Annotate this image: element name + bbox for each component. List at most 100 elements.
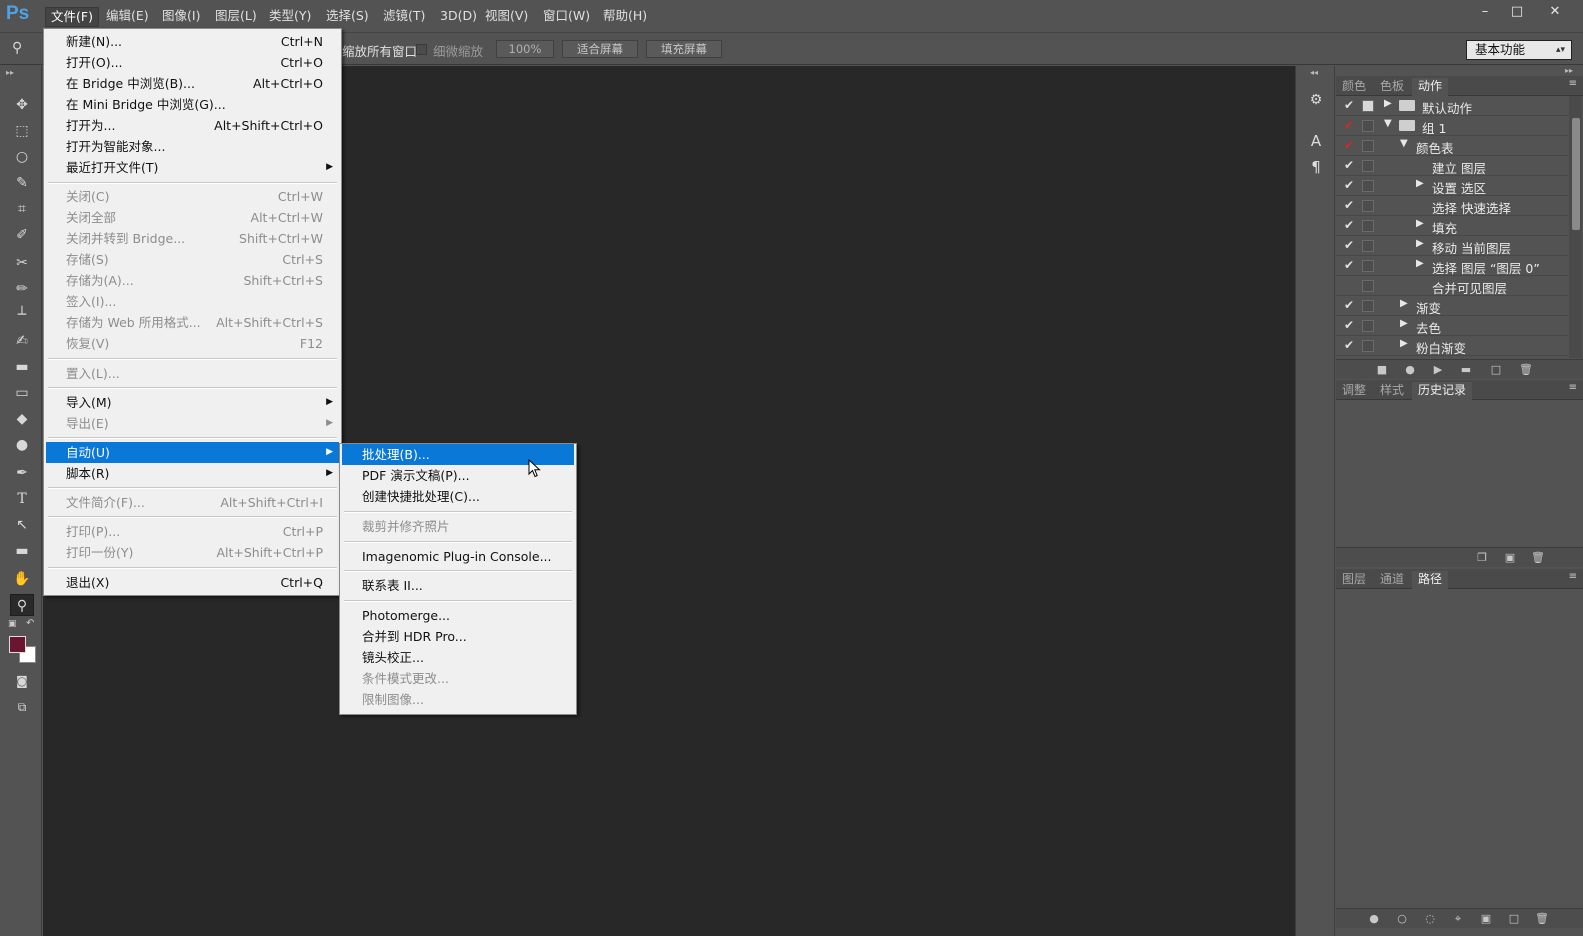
quick-select-tool-icon[interactable]: ✎ — [10, 172, 34, 194]
menu-item-browse-bridge[interactable]: 在 Bridge 中浏览(B)... Alt+Ctrl+O — [46, 73, 339, 94]
pen-tool-icon[interactable]: ✒ — [10, 462, 34, 484]
menu-item-open-as-smart-object[interactable]: 打开为智能对象... — [46, 136, 339, 157]
action-row[interactable]: ✔ ▶ 移动 当前图层 — [1336, 236, 1568, 256]
menu-item-place[interactable]: 置入(L)... — [46, 363, 339, 384]
menu-item-automate[interactable]: 自动(U) ▶ — [46, 442, 339, 463]
menu-item-save[interactable]: 存储(S) Ctrl+S — [46, 249, 339, 270]
dialog-toggle-box[interactable] — [1362, 160, 1374, 172]
action-row[interactable]: ✔ ▶ 选择 图层 “图层 0” — [1336, 256, 1568, 276]
panel-menu-icon[interactable]: ≡ — [1569, 382, 1577, 393]
healing-brush-tool-icon[interactable]: ✂ — [10, 252, 34, 274]
collapsed-triangle-icon[interactable]: ▶ — [1400, 338, 1410, 349]
default-colors-icon[interactable]: ▣ — [8, 619, 17, 629]
action-row[interactable]: ✔ 选择 快速选择 — [1336, 196, 1568, 216]
panel-menu-icon[interactable]: ≡ — [1569, 78, 1577, 89]
dialog-toggle-box[interactable] — [1362, 340, 1374, 352]
menu-item-open[interactable]: 打开(O)... Ctrl+O — [46, 52, 339, 73]
stop-icon[interactable]: ■ — [1374, 362, 1390, 378]
dialog-toggle-box[interactable] — [1362, 100, 1374, 112]
zoom-tool-icon[interactable]: ⚲ — [10, 594, 34, 616]
history-brush-tool-icon[interactable]: ✍ — [10, 330, 34, 352]
dialog-toggle-box[interactable] — [1362, 220, 1374, 232]
checkmark-icon[interactable]: ✔ — [1344, 198, 1356, 213]
menu-help[interactable]: 帮助(H) — [598, 7, 652, 27]
marquee-tool-icon[interactable]: ⬚ — [10, 120, 34, 142]
submenu-item-lens-correction[interactable]: 镜头校正... — [342, 647, 574, 668]
dialog-toggle-box[interactable] — [1362, 320, 1374, 332]
submenu-item-photomerge[interactable]: Photomerge... — [342, 605, 574, 626]
menu-3d[interactable]: 3D(D) — [435, 7, 482, 27]
checkmark-icon[interactable]: ✔ — [1344, 338, 1356, 353]
menu-item-close-all[interactable]: 关闭全部 Alt+Ctrl+W — [46, 207, 339, 228]
action-row[interactable]: 合并可见图层 — [1336, 276, 1568, 296]
fit-screen-button[interactable]: 适合屏幕 — [562, 40, 638, 58]
screen-mode-icon[interactable]: ⧉ — [10, 696, 34, 718]
menu-file[interactable]: 文件(F) — [45, 7, 99, 27]
menu-item-exit[interactable]: 退出(X) Ctrl+Q — [46, 572, 339, 593]
new-document-from-state-icon[interactable]: ❐ — [1474, 550, 1490, 566]
actions-scrollbar[interactable] — [1569, 96, 1582, 358]
menu-edit[interactable]: 编辑(E) — [101, 7, 154, 27]
tab-paths[interactable]: 路径 — [1412, 571, 1449, 589]
zoom-100-button[interactable]: 100% — [496, 40, 554, 58]
tab-color[interactable]: 颜色 — [1336, 78, 1372, 96]
expanded-triangle-icon[interactable]: ▼ — [1400, 138, 1410, 149]
tab-layers[interactable]: 图层 — [1336, 571, 1372, 589]
checkmark-icon[interactable]: ✔ — [1344, 118, 1356, 133]
collapsed-triangle-icon[interactable]: ▶ — [1416, 238, 1426, 249]
rectangle-tool-icon[interactable]: ▬ — [10, 540, 34, 562]
menu-item-browse-mini-bridge[interactable]: 在 Mini Bridge 中浏览(G)... — [46, 94, 339, 115]
action-row[interactable]: ✔ ▶ 默认动作 — [1336, 96, 1568, 116]
tab-styles[interactable]: 样式 — [1374, 382, 1410, 400]
action-row[interactable]: ✔ ▶ 粉白渐变 — [1336, 336, 1568, 356]
zoom-icon[interactable]: ⚲ — [12, 40, 38, 58]
path-select-tool-icon[interactable]: ↖ — [10, 514, 34, 536]
menu-item-scripts[interactable]: 脚本(R) ▶ — [46, 463, 339, 484]
panel-menu-icon[interactable]: ≡ — [1569, 571, 1577, 582]
action-row[interactable]: ✔ ▶ 去色 — [1336, 316, 1568, 336]
paragraph-icon[interactable]: ¶ — [1306, 158, 1326, 178]
load-selection-icon[interactable]: ◌ — [1422, 911, 1438, 927]
menu-item-file-info[interactable]: 文件简介(F)... Alt+Shift+Ctrl+I — [46, 492, 339, 513]
make-work-path-icon[interactable]: ⌖ — [1450, 911, 1466, 927]
minimize-icon[interactable]: – — [1470, 2, 1500, 22]
menu-item-print[interactable]: 打印(P)... Ctrl+P — [46, 521, 339, 542]
new-set-icon[interactable]: ▬ — [1458, 362, 1474, 378]
maximize-icon[interactable]: □ — [1502, 2, 1532, 22]
collapse-panels-icon[interactable]: ▸▸ — [1565, 66, 1573, 75]
menu-layer[interactable]: 图层(L) — [210, 7, 262, 27]
foreground-color-swatch[interactable] — [9, 636, 26, 653]
play-icon[interactable]: ▶ — [1430, 362, 1446, 378]
menu-type[interactable]: 类型(Y) — [264, 7, 316, 27]
fill-path-icon[interactable]: ● — [1366, 911, 1382, 927]
dialog-toggle-box[interactable] — [1362, 180, 1374, 192]
collapsed-triangle-icon[interactable]: ▶ — [1384, 98, 1394, 109]
checkmark-icon[interactable]: ✔ — [1344, 218, 1356, 233]
checkmark-icon[interactable]: ✔ — [1344, 258, 1356, 273]
dialog-toggle-box[interactable] — [1362, 200, 1374, 212]
checkmark-icon[interactable]: ✔ — [1344, 158, 1356, 173]
stroke-path-icon[interactable]: ○ — [1394, 911, 1410, 927]
dialog-toggle-box[interactable] — [1362, 140, 1374, 152]
trash-icon[interactable]: 🗑 — [1518, 362, 1534, 378]
collapsed-triangle-icon[interactable]: ▶ — [1400, 318, 1410, 329]
action-row[interactable]: ✔ ▶ 填充 — [1336, 216, 1568, 236]
scrubby-zoom-checkbox[interactable] — [416, 44, 427, 55]
fill-screen-button[interactable]: 填充屏幕 — [646, 40, 722, 58]
gradient-tool-icon[interactable]: ▭ — [10, 382, 34, 404]
dialog-toggle-box[interactable] — [1362, 300, 1374, 312]
properties-icon[interactable]: ⚙ — [1306, 92, 1326, 112]
expanded-triangle-icon[interactable]: ▼ — [1384, 118, 1394, 129]
submenu-item-crop-straighten[interactable]: 裁剪并修齐照片 — [342, 516, 574, 537]
checkmark-icon[interactable] — [1344, 278, 1356, 293]
crop-tool-icon[interactable]: ⌗ — [10, 198, 34, 220]
collapse-arrows-icon[interactable]: ▸▸ — [6, 68, 14, 77]
menu-item-print-one-copy[interactable]: 打印一份(Y) Alt+Shift+Ctrl+P — [46, 542, 339, 563]
checkmark-icon[interactable]: ✔ — [1344, 298, 1356, 313]
action-row[interactable]: ✔ 建立 图层 — [1336, 156, 1568, 176]
type-tool-icon[interactable]: T — [10, 488, 34, 510]
submenu-item-merge-hdr[interactable]: 合并到 HDR Pro... — [342, 626, 574, 647]
menu-item-save-as[interactable]: 存储为(A)... Shift+Ctrl+S — [46, 270, 339, 291]
action-row[interactable]: ✔ ▼ 颜色表 — [1336, 136, 1568, 156]
dialog-toggle-box[interactable] — [1362, 260, 1374, 272]
